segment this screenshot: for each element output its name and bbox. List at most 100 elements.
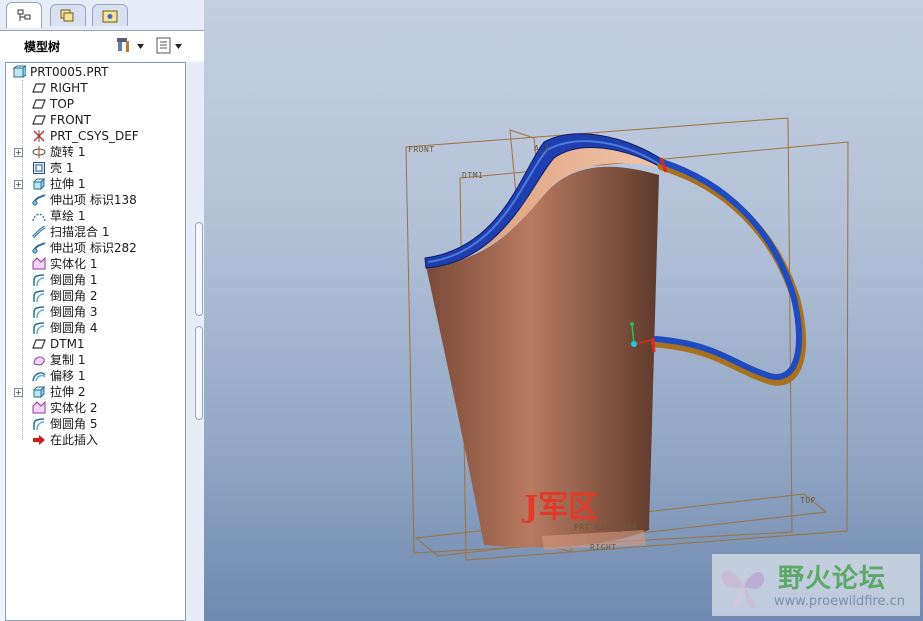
tree-item[interactable]: 扫描混合 1 [6,224,185,240]
tree-item-label: 拉伸 2 [50,385,86,399]
tree-item-label: 在此插入 [50,433,99,447]
model-tree-panel: 模型树 PRT0005.PRT RIGHT TOP FRONT PRT_CSYS_DE… [0,0,204,621]
folder-tab-icon [102,10,118,22]
tree-item-label: 伸出项 标识282 [50,241,137,255]
round-icon [33,290,45,303]
tree-item[interactable]: 倒圆角 3 [6,304,185,320]
shell-icon [33,162,45,174]
solidify-icon [32,257,46,270]
tree-item[interactable]: RIGHT [6,80,185,96]
tree-item-label: 复制 1 [50,353,86,367]
tree-item[interactable]: + 旋转 1 [6,144,185,160]
settings-dropdown-button[interactable] [116,36,144,56]
overlay-text: J军区 [524,490,599,525]
round-icon [33,418,45,431]
part-icon [12,65,26,78]
tree-item[interactable]: 偏移 1 [6,368,185,384]
model-tree-tab-icon [17,9,31,21]
tree-root[interactable]: PRT0005.PRT [6,64,185,80]
tree-item-label: 倒圆角 5 [50,417,98,431]
tree-item-label: 扫描混合 1 [50,225,110,239]
tree-expander-plus-icon[interactable]: + [14,388,23,397]
watermark-url: www.proewildfire.cn [774,594,905,609]
list-options-icon [156,37,171,54]
tree-item-label: RIGHT [50,81,88,95]
tree-item[interactable]: 草绘 1 [6,208,185,224]
round-icon [33,274,45,287]
tree-item[interactable]: DTM1 [6,336,185,352]
sketch-icon [32,213,46,222]
panel-header: 模型树 [0,30,204,61]
swept-blend-icon [32,225,46,239]
tree-item[interactable]: 伸出项 标识138 [6,192,185,208]
revolve-icon [32,146,46,158]
tree-item-label: FRONT [50,113,91,127]
datum-plane-icon [32,339,46,349]
tree-item-label: 伸出项 标识138 [50,193,137,207]
tree-expander-plus-icon[interactable]: + [14,180,23,189]
tree-item[interactable]: 在此插入 [6,432,185,448]
tree-item[interactable]: TOP [6,96,185,112]
round-icon [33,306,45,319]
tree-item[interactable]: FRONT [6,112,185,128]
tree-item[interactable]: + 拉伸 1 [6,176,185,192]
tree-item[interactable]: 实体化 1 [6,256,185,272]
extrude-icon [32,177,46,191]
cup-handle-blue[interactable] [653,159,803,380]
forum-watermark: 野火论坛 www.proewildfire.cn [712,554,920,616]
tree-item-label: 倒圆角 1 [50,273,98,287]
layers-tab-icon [60,9,74,21]
datum-plane-icon [32,83,46,93]
tree-item[interactable]: 实体化 2 [6,400,185,416]
csys-icon [33,130,45,142]
tree-item-label: 旋转 1 [50,145,86,159]
tree-item[interactable]: 倒圆角 4 [6,320,185,336]
butterfly-logo-icon [721,570,765,608]
chevron-down-icon [137,43,144,49]
tree-item-label: 壳 1 [50,161,74,175]
splitter-grip-top[interactable] [195,222,203,316]
tab-folder[interactable] [92,4,128,26]
tab-model-tree[interactable] [6,2,42,28]
tree-root-label: PRT0005.PRT [30,65,109,79]
datum-label-axis: A_1 [534,144,550,153]
chevron-down-icon [175,43,182,49]
insert-here-arrow-icon [33,435,45,445]
tree-item-label: TOP [50,97,75,111]
tree-item-label: 偏移 1 [50,369,86,383]
tree-item-label: 倒圆角 2 [50,289,98,303]
extrude-icon [32,385,46,399]
offset-icon [32,372,46,382]
tree-item[interactable]: 复制 1 [6,352,185,368]
protrusion-icon [32,242,46,254]
tree-item-label: 倒圆角 4 [50,321,98,335]
show-dropdown-button[interactable] [156,36,182,56]
tree-item[interactable]: 倒圆角 2 [6,288,185,304]
round-icon [33,322,45,335]
tree-expander-plus-icon[interactable]: + [14,148,23,157]
tree-item-label: 实体化 1 [50,257,98,271]
datum-plane-icon [32,99,46,109]
tree-item-label: 草绘 1 [50,209,86,223]
datum-plane-icon [32,115,46,125]
tree-item[interactable]: PRT_CSYS_DEF [6,128,185,144]
tree-item-label: DTM1 [50,337,85,351]
cup-model[interactable] [204,0,923,621]
tree-item-label: 实体化 2 [50,401,98,415]
tree-item-label: PRT_CSYS_DEF [50,129,139,143]
tree-item[interactable]: 倒圆角 1 [6,272,185,288]
datum-label-dtm1: DTM1 [462,171,484,180]
tab-layers[interactable] [50,4,86,26]
tree-item[interactable]: 伸出项 标识282 [6,240,185,256]
datum-label-top: TOP [800,496,816,505]
tree-item-label: 拉伸 1 [50,177,86,191]
splitter-grip-bottom[interactable] [195,326,203,420]
model-tree: PRT0005.PRT RIGHT TOP FRONT PRT_CSYS_DEF + 旋转… [5,62,186,621]
protrusion-icon [32,194,46,206]
handle-bottom-marker [651,337,656,353]
tree-item[interactable]: 壳 1 [6,160,185,176]
tree-item[interactable]: + 拉伸 2 [6,384,185,400]
graphics-viewport[interactable]: FRONT DTM1 TOP RIGHT PRT_CSYS_DEF A_1 J军… [204,0,923,621]
tree-item[interactable]: 倒圆角 5 [6,416,185,432]
tools-icon [117,38,129,52]
